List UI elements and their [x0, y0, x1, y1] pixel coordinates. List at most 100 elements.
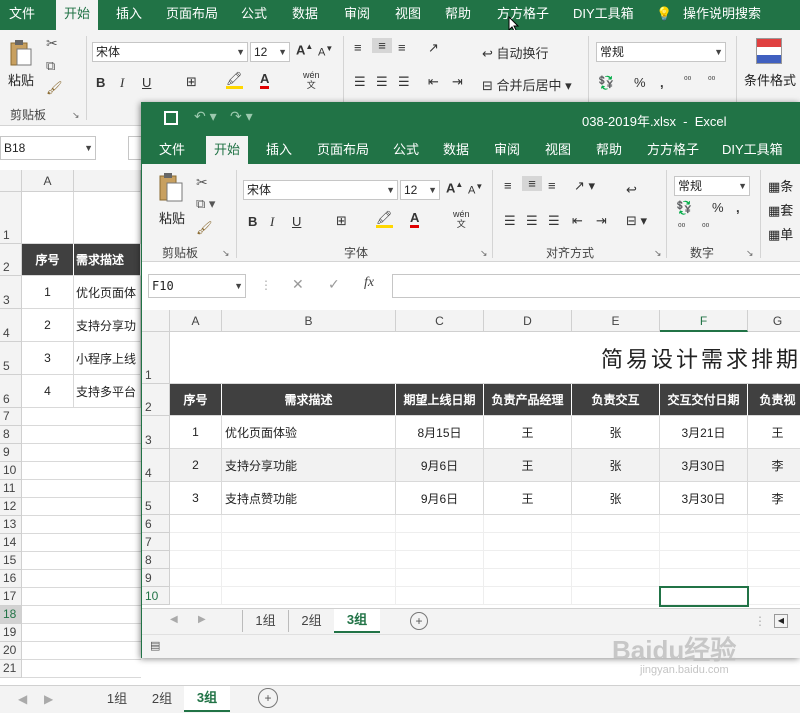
enter-icon[interactable]: ✓: [328, 276, 340, 293]
conditional-format-icon[interactable]: [756, 38, 782, 64]
fg-data-cell[interactable]: 1: [170, 416, 222, 449]
decrease-decimal-icon[interactable]: ⁰⁰: [702, 222, 709, 233]
fg-data-cell[interactable]: 张: [572, 449, 660, 482]
prev-sheet-icon[interactable]: ◀: [170, 614, 178, 625]
fg-tab-data[interactable]: 数据: [443, 136, 469, 166]
align-middle-icon[interactable]: ≡: [372, 38, 392, 53]
cancel-icon[interactable]: ✕: [292, 276, 304, 293]
fg-empty-cell[interactable]: [396, 551, 484, 569]
fg-cell-style-partial[interactable]: ▦单: [768, 224, 793, 243]
fg-empty-cell[interactable]: [170, 551, 222, 569]
fg-empty-cell[interactable]: [396, 515, 484, 533]
align-bottom-icon[interactable]: ≡: [398, 40, 406, 55]
increase-font-icon[interactable]: A▲: [446, 180, 463, 195]
bg-sheet-tab-1[interactable]: 1组: [94, 688, 140, 712]
bg-row-header[interactable]: 15: [0, 552, 22, 570]
fg-data-cell[interactable]: 李: [748, 482, 800, 515]
bg-cell-seq[interactable]: [22, 192, 74, 244]
bg-row-header[interactable]: 13: [0, 516, 22, 534]
fg-col-header[interactable]: G: [748, 310, 800, 332]
bg-row-header[interactable]: 7: [0, 408, 22, 426]
font-color-icon[interactable]: A: [260, 72, 270, 89]
merge-center-button[interactable]: ⊟ 合并后居中 ▾: [482, 75, 572, 94]
bg-row-header[interactable]: 2: [0, 244, 22, 276]
fg-row-header[interactable]: 3: [142, 416, 170, 449]
bg-row-header[interactable]: 1: [0, 192, 22, 244]
bg-number-format[interactable]: 常规 ▼: [596, 42, 726, 62]
fg-data-cell[interactable]: 优化页面体验: [222, 416, 396, 449]
add-sheet-icon[interactable]: +: [410, 612, 428, 630]
phonetic-icon[interactable]: wén 文: [453, 209, 470, 229]
bg-row-header[interactable]: 6: [0, 375, 22, 408]
fg-empty-cell[interactable]: [170, 515, 222, 533]
fg-font-name[interactable]: 宋体 ▼: [243, 180, 398, 200]
fg-empty-cell[interactable]: [572, 551, 660, 569]
comma-icon[interactable]: ,: [660, 75, 664, 90]
comma-icon[interactable]: ,: [736, 200, 740, 215]
fg-tab-view[interactable]: 视图: [545, 136, 571, 166]
align-center-icon[interactable]: ☰: [526, 213, 538, 229]
fg-empty-cell[interactable]: [572, 569, 660, 587]
bg-sheet-tab-2[interactable]: 2组: [140, 688, 184, 712]
align-top-icon[interactable]: ≡: [504, 178, 512, 193]
redo-icon[interactable]: ↷ ▾: [230, 108, 253, 125]
fg-col-header[interactable]: D: [484, 310, 572, 332]
align-right-icon[interactable]: ☰: [398, 74, 410, 90]
increase-indent-icon[interactable]: ⇥: [452, 74, 463, 90]
bg-col-a[interactable]: A: [22, 170, 74, 192]
dialog-launcher-icon[interactable]: ↘: [222, 248, 230, 259]
fg-tab-help[interactable]: 帮助: [596, 136, 622, 166]
insert-function-icon[interactable]: fx: [364, 275, 374, 291]
borders-icon[interactable]: ⊞: [336, 213, 347, 229]
bg-empty-cell[interactable]: [22, 444, 141, 462]
fg-empty-cell[interactable]: [484, 533, 572, 551]
paste-icon[interactable]: [158, 172, 184, 206]
fg-data-cell[interactable]: 3月30日: [660, 449, 748, 482]
format-painter-icon[interactable]: 🖌: [46, 80, 63, 96]
fg-data-cell[interactable]: 9月6日: [396, 482, 484, 515]
cut-icon[interactable]: ✂: [46, 35, 58, 52]
increase-font-icon[interactable]: A▲: [296, 42, 313, 57]
fg-data-cell[interactable]: 张: [572, 482, 660, 515]
bg-tab-view[interactable]: 视图: [395, 0, 421, 30]
decrease-decimal-icon[interactable]: ⁰⁰: [708, 75, 715, 86]
italic-icon[interactable]: I: [120, 75, 124, 91]
fg-empty-cell[interactable]: [660, 569, 748, 587]
bg-row-header[interactable]: 3: [0, 276, 22, 309]
orientation-icon[interactable]: ↗ ▾: [574, 178, 595, 194]
fg-tab-diy[interactable]: DIY工具箱: [722, 136, 783, 166]
bg-row-header[interactable]: 19: [0, 624, 22, 642]
bg-row-header[interactable]: 14: [0, 534, 22, 552]
increase-decimal-icon[interactable]: ⁰⁰: [678, 222, 685, 233]
fg-header-cell[interactable]: 序号: [170, 384, 222, 416]
copy-icon[interactable]: ⧉: [46, 58, 55, 74]
bg-cell-seq[interactable]: 2: [22, 309, 74, 342]
select-all[interactable]: [0, 170, 22, 192]
fg-data-cell[interactable]: 张: [572, 416, 660, 449]
bg-empty-cell[interactable]: [22, 570, 141, 588]
bg-name-box[interactable]: B18 ▼: [0, 136, 96, 160]
bg-tab-home[interactable]: 开始: [56, 0, 99, 30]
fg-empty-cell[interactable]: [660, 515, 748, 533]
bg-cell-desc[interactable]: 优化页面体: [74, 276, 141, 309]
bg-empty-cell[interactable]: [22, 606, 141, 624]
align-left-icon[interactable]: ☰: [504, 213, 516, 229]
orientation-icon[interactable]: ↗: [428, 40, 439, 56]
bg-row-header[interactable]: 10: [0, 462, 22, 480]
phonetic-icon[interactable]: wén 文: [303, 70, 320, 90]
fg-row-header[interactable]: 6: [142, 515, 170, 533]
currency-icon[interactable]: 💱: [598, 75, 614, 91]
fg-empty-cell[interactable]: [222, 515, 396, 533]
fg-empty-cell[interactable]: [484, 587, 572, 605]
select-all[interactable]: [142, 310, 170, 332]
fg-sheet-tab-1[interactable]: 1组: [242, 610, 288, 632]
fg-data-cell[interactable]: 王: [748, 416, 800, 449]
fg-col-header[interactable]: E: [572, 310, 660, 332]
align-top-icon[interactable]: ≡: [354, 40, 362, 55]
fg-empty-cell[interactable]: [222, 587, 396, 605]
bg-tab-diy[interactable]: DIY工具箱: [573, 0, 634, 30]
fg-data-cell[interactable]: 王: [484, 482, 572, 515]
align-bottom-icon[interactable]: ≡: [548, 178, 556, 193]
fg-header-cell[interactable]: 期望上线日期: [396, 384, 484, 416]
fg-cond-format-partial[interactable]: ▦条: [768, 176, 793, 195]
